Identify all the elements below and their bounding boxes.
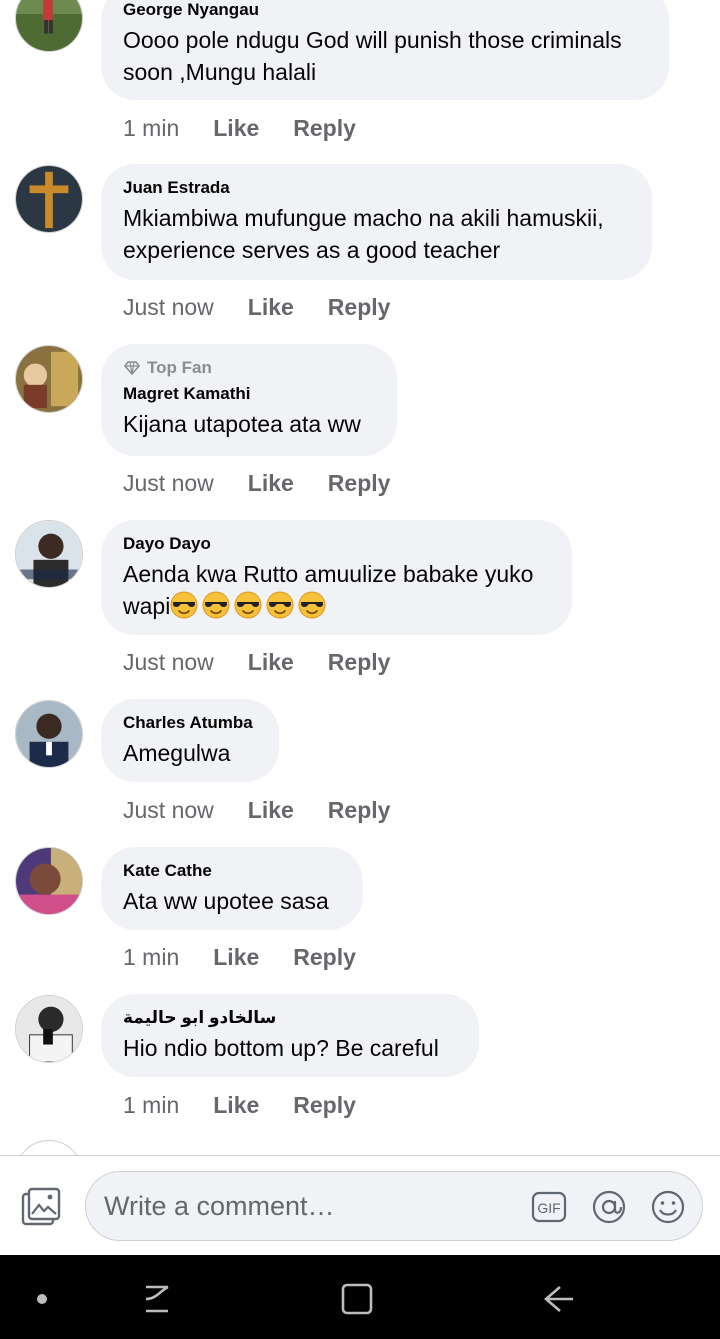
timestamp: Just now	[123, 470, 214, 496]
like-button[interactable]: Like	[213, 943, 259, 971]
comment-actions: 1 min Like Reply	[123, 1091, 356, 1119]
home-icon[interactable]	[340, 1282, 374, 1316]
comment-text: Hio ndio bottom up? Be careful	[123, 1035, 439, 1061]
reply-button[interactable]: Reply	[328, 469, 391, 497]
like-button[interactable]: Like	[248, 648, 294, 676]
sunglasses-emoji-icon	[202, 591, 230, 619]
timestamp: 1 min	[123, 944, 180, 970]
reply-button[interactable]: Reply	[328, 796, 391, 824]
commenter-name[interactable]: Kate Cathe	[123, 861, 341, 881]
comment-bubble: Top Fan Magret Kamathi Kijana utapotea a…	[101, 344, 397, 456]
reply-button[interactable]: Reply	[328, 648, 391, 676]
gif-label: GIF	[537, 1200, 560, 1216]
system-navigation-bar	[0, 1255, 720, 1339]
comment-bubble: Juan Estrada Mkiambiwa mufungue macho na…	[101, 164, 652, 280]
sunglasses-emoji-icon	[266, 591, 294, 619]
badge-label: Top Fan	[147, 358, 212, 377]
comment-bubble: Kate Cathe Ata ww upotee sasa	[101, 847, 363, 930]
comment-placeholder: Write a comment…	[104, 1191, 335, 1221]
comment-bubble: سالخادو ابو حاليمة Hio ndio bottom up? B…	[101, 994, 479, 1077]
sunglasses-emoji-icon	[170, 591, 198, 619]
timestamp: 1 min	[123, 1092, 180, 1118]
top-fan-badge: Top Fan	[123, 358, 375, 378]
comment-text: Mkiambiwa mufungue macho na akili hamusk…	[123, 205, 604, 263]
commenter-name[interactable]: Dayo Dayo	[123, 534, 550, 554]
sunglasses-emoji-icon	[298, 591, 326, 619]
reply-button[interactable]: Reply	[293, 1091, 356, 1119]
mention-icon[interactable]	[590, 1188, 628, 1226]
like-button[interactable]: Like	[213, 1091, 259, 1119]
avatar[interactable]	[15, 847, 83, 915]
reply-button[interactable]: Reply	[293, 114, 356, 142]
avatar[interactable]	[15, 0, 83, 52]
avatar[interactable]	[15, 520, 83, 588]
avatar[interactable]	[15, 345, 83, 413]
timestamp: Just now	[123, 294, 214, 320]
comment-bubble: Dayo Dayo Aenda kwa Rutto amuulize babak…	[101, 520, 572, 635]
avatar[interactable]	[15, 700, 83, 768]
commenter-name[interactable]: George Nyangau	[123, 0, 647, 20]
commenter-name[interactable]: Juan Estrada	[123, 178, 630, 198]
like-button[interactable]: Like	[213, 114, 259, 142]
comment-composer: Write a comment… GIF	[0, 1155, 720, 1256]
comment-bubble: George Nyangau Oooo pole ndugu God will …	[101, 0, 669, 100]
comment-text: Oooo pole ndugu God will punish those cr…	[123, 27, 622, 85]
comment-text: Aenda kwa Rutto amuulize babake yuko wap…	[123, 561, 534, 619]
like-button[interactable]: Like	[248, 293, 294, 321]
comment-text: Ata ww upotee sasa	[123, 888, 329, 914]
timestamp: Just now	[123, 649, 214, 675]
avatar[interactable]	[15, 165, 83, 233]
comment-input[interactable]: Write a comment… GIF	[85, 1171, 703, 1241]
comment-text: Kijana utapotea ata ww	[123, 411, 361, 437]
commenter-name[interactable]: سالخادو ابو حاليمة	[123, 1008, 457, 1028]
reply-button[interactable]: Reply	[293, 943, 356, 971]
avatar[interactable]	[15, 995, 83, 1063]
commenter-name[interactable]: Charles Atumba	[123, 713, 257, 733]
diamond-icon	[123, 361, 141, 376]
comment-text: Amegulwa	[123, 740, 231, 766]
comment-actions: Just now Like Reply	[123, 469, 390, 497]
timestamp: Just now	[123, 797, 214, 823]
gif-icon[interactable]: GIF	[530, 1188, 568, 1226]
photo-icon[interactable]	[20, 1186, 62, 1228]
sunglasses-emoji-icon	[234, 591, 262, 619]
comment-actions: Just now Like Reply	[123, 293, 390, 321]
like-button[interactable]: Like	[248, 469, 294, 497]
recent-apps-icon[interactable]	[140, 1283, 174, 1315]
like-button[interactable]: Like	[248, 796, 294, 824]
back-icon[interactable]	[542, 1283, 576, 1315]
comment-bubble: Charles Atumba Amegulwa	[101, 699, 279, 782]
commenter-name[interactable]: Magret Kamathi	[123, 384, 375, 404]
emoji-icon[interactable]	[649, 1188, 687, 1226]
comment-actions: Just now Like Reply	[123, 796, 390, 824]
comment-actions: 1 min Like Reply	[123, 114, 356, 142]
dot-icon[interactable]	[36, 1293, 48, 1305]
timestamp: 1 min	[123, 115, 180, 141]
comment-actions: Just now Like Reply	[123, 648, 390, 676]
reply-button[interactable]: Reply	[328, 293, 391, 321]
comment-actions: 1 min Like Reply	[123, 943, 356, 971]
